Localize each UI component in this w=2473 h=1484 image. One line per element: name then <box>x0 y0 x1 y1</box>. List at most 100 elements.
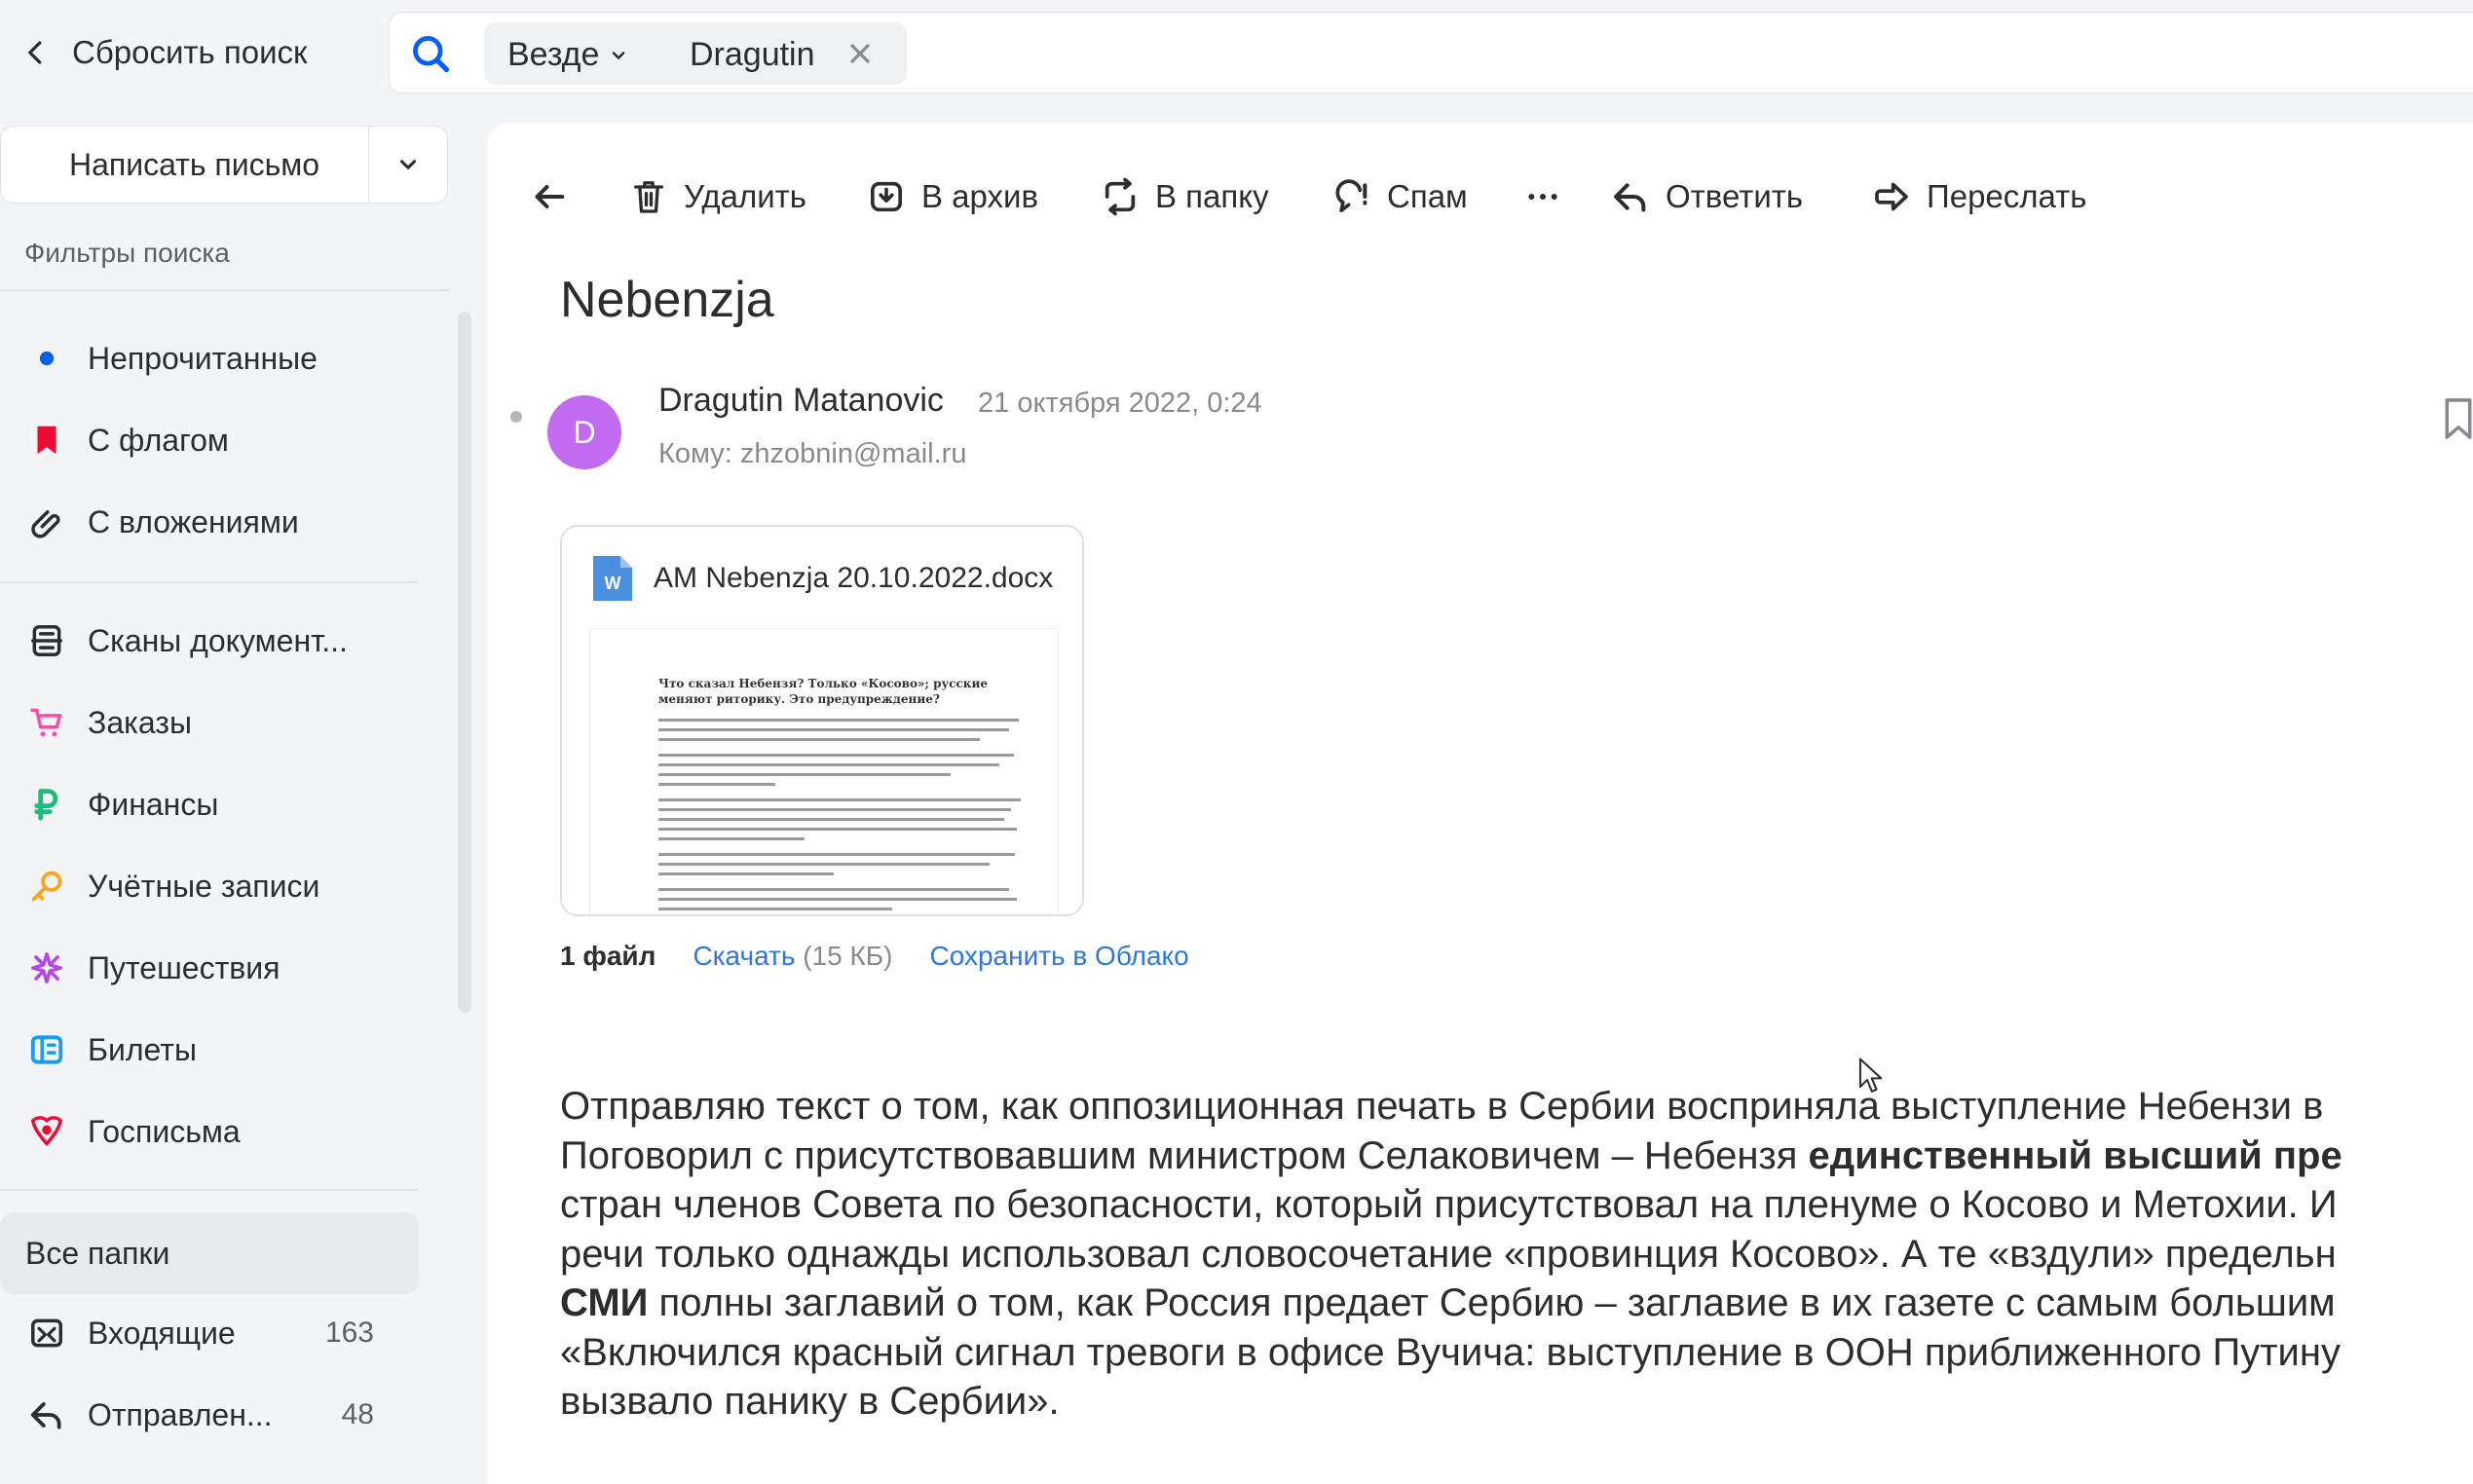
filter-label: Непрочитанные <box>88 340 318 376</box>
archive-button[interactable]: В архив <box>867 177 1038 216</box>
filter-unread[interactable]: Непрочитанные <box>0 324 429 392</box>
paperclip-icon <box>27 502 66 541</box>
forward-icon <box>1875 182 1908 211</box>
divider <box>0 1189 419 1191</box>
category-label: Заказы <box>88 704 192 740</box>
category-accounts[interactable]: Учётные записи <box>0 852 429 920</box>
document-text-line <box>658 818 1004 821</box>
flag-icon <box>27 421 66 460</box>
spam-label: Спам <box>1387 178 1468 214</box>
reply-label: Ответить <box>1666 178 1804 214</box>
download-link[interactable]: Скачать (15 КБ) <box>693 941 892 972</box>
search-filters-title: Фильтры поиска <box>24 238 230 268</box>
folder-sent[interactable]: Отправлен... 48 <box>0 1381 429 1449</box>
search-icon[interactable] <box>409 32 452 75</box>
category-label: Госписьма <box>88 1113 241 1149</box>
ruble-icon <box>27 785 66 824</box>
category-orders[interactable]: Заказы <box>0 688 429 757</box>
close-icon[interactable] <box>844 38 876 69</box>
message-view: Удалить В архив В папку Спам Ответить Пе… <box>487 123 2473 1484</box>
unread-dot-icon <box>27 339 66 378</box>
move-folder-icon <box>1105 177 1136 216</box>
filter-flagged[interactable]: С флагом <box>0 406 429 474</box>
compose-button[interactable]: Написать письмо <box>1 127 369 203</box>
document-page: Что сказал Небензя? Только «Косово»; рус… <box>589 628 1059 914</box>
sender-avatar[interactable]: D <box>547 395 621 469</box>
document-text-line <box>658 773 951 776</box>
spam-button[interactable]: Спам <box>1332 177 1468 216</box>
message-subject: Nebenzja <box>560 272 774 328</box>
all-folders-button[interactable]: Все папки <box>0 1212 419 1294</box>
mouse-cursor-icon <box>1858 1057 1883 1093</box>
category-label: Учётные записи <box>88 868 320 904</box>
recipient-prefix: Кому: <box>658 438 732 469</box>
document-text-line <box>658 908 892 910</box>
filter-label: С флагом <box>88 422 229 458</box>
download-size: (15 КБ) <box>803 941 893 971</box>
files-count: 1 файл <box>560 941 656 971</box>
move-label: В папку <box>1155 178 1269 214</box>
body-line: Отправляю текст о том, как оппозиционная… <box>560 1085 2324 1128</box>
reset-search-label: Сбросить поиск <box>72 34 308 70</box>
download-label: Скачать <box>693 941 796 971</box>
category-label: Сканы документ... <box>88 622 348 658</box>
category-tickets[interactable]: Билеты <box>0 1016 429 1084</box>
back-button[interactable] <box>530 177 569 216</box>
eagle-icon <box>27 1112 66 1151</box>
category-label: Финансы <box>88 786 219 822</box>
reply-button[interactable]: Ответить <box>1611 177 1803 216</box>
reset-search-button[interactable]: Сбросить поиск <box>21 25 307 80</box>
body-bold-text: СМИ <box>560 1281 649 1324</box>
key-icon <box>27 867 66 906</box>
document-text-line <box>658 888 1009 891</box>
trash-icon <box>634 181 663 213</box>
attachment-card[interactable]: W AM Nebenzja 20.10.2022.docx Что сказал… <box>560 525 1084 916</box>
svg-text:W: W <box>605 574 621 593</box>
sidebar-scrollbar[interactable] <box>458 312 471 1013</box>
document-text-line <box>658 837 805 840</box>
forward-button[interactable]: Переслать <box>1872 177 2086 216</box>
folder-count: 48 <box>341 1398 374 1430</box>
search-scope-chip[interactable]: Везде Dragutin <box>484 22 907 85</box>
body-bold-text: единственный высший пре <box>1808 1133 2342 1177</box>
bookmark-icon[interactable] <box>2441 397 2473 440</box>
body-line: Поговорил с присутствовавшим министром С… <box>560 1132 2473 1181</box>
search-scope-dropdown[interactable]: Везде <box>507 36 628 74</box>
scanner-icon <box>27 621 66 660</box>
read-status-dot[interactable] <box>510 411 522 423</box>
category-scans[interactable]: Сканы документ... <box>0 607 429 675</box>
divider <box>0 581 419 583</box>
more-horizontal-icon <box>1528 194 1557 200</box>
folder-inbox[interactable]: Входящие 163 <box>0 1299 429 1367</box>
ticket-icon <box>27 1030 66 1069</box>
document-preview[interactable]: Что сказал Небензя? Только «Косово»; рус… <box>589 628 1059 914</box>
search-bar[interactable]: Везде Dragutin <box>389 12 2473 93</box>
body-line: стран членов Совета по безопасности, кот… <box>560 1183 2338 1226</box>
save-to-cloud-link[interactable]: Сохранить в Облако <box>929 941 1188 972</box>
document-text-line <box>658 728 1009 731</box>
recipient-address[interactable]: zhzobnin@mail.ru <box>740 438 967 469</box>
message-body: Отправляю текст о том, как оппозиционная… <box>560 1082 2473 1427</box>
filter-attachments[interactable]: С вложениями <box>0 488 429 556</box>
category-travel[interactable]: Путешествия <box>0 934 429 1002</box>
document-text-line <box>658 898 1017 901</box>
document-text-line <box>658 754 1014 757</box>
sender-name[interactable]: Dragutin Matanovic <box>658 382 944 420</box>
arrow-left-icon <box>535 185 565 208</box>
move-to-folder-button[interactable]: В папку <box>1101 177 1269 216</box>
search-query-text: Dragutin <box>690 36 815 73</box>
body-line: «Включился красный сигнал тревоги в офис… <box>560 1330 2341 1374</box>
sent-icon <box>27 1395 66 1434</box>
document-text-line <box>658 853 1015 856</box>
compose-button-group: Написать письмо <box>0 126 448 204</box>
document-text-line <box>658 738 980 741</box>
search-scope-label: Везде <box>507 36 600 73</box>
compose-options-button[interactable] <box>369 127 447 203</box>
delete-button[interactable]: Удалить <box>629 177 806 216</box>
category-gov-letters[interactable]: Госписьма <box>0 1097 429 1166</box>
category-finance[interactable]: Финансы <box>0 770 429 838</box>
archive-icon <box>871 181 902 212</box>
chevron-left-icon <box>28 41 42 64</box>
document-text-line <box>658 863 990 866</box>
more-actions-button[interactable] <box>1523 177 1562 216</box>
